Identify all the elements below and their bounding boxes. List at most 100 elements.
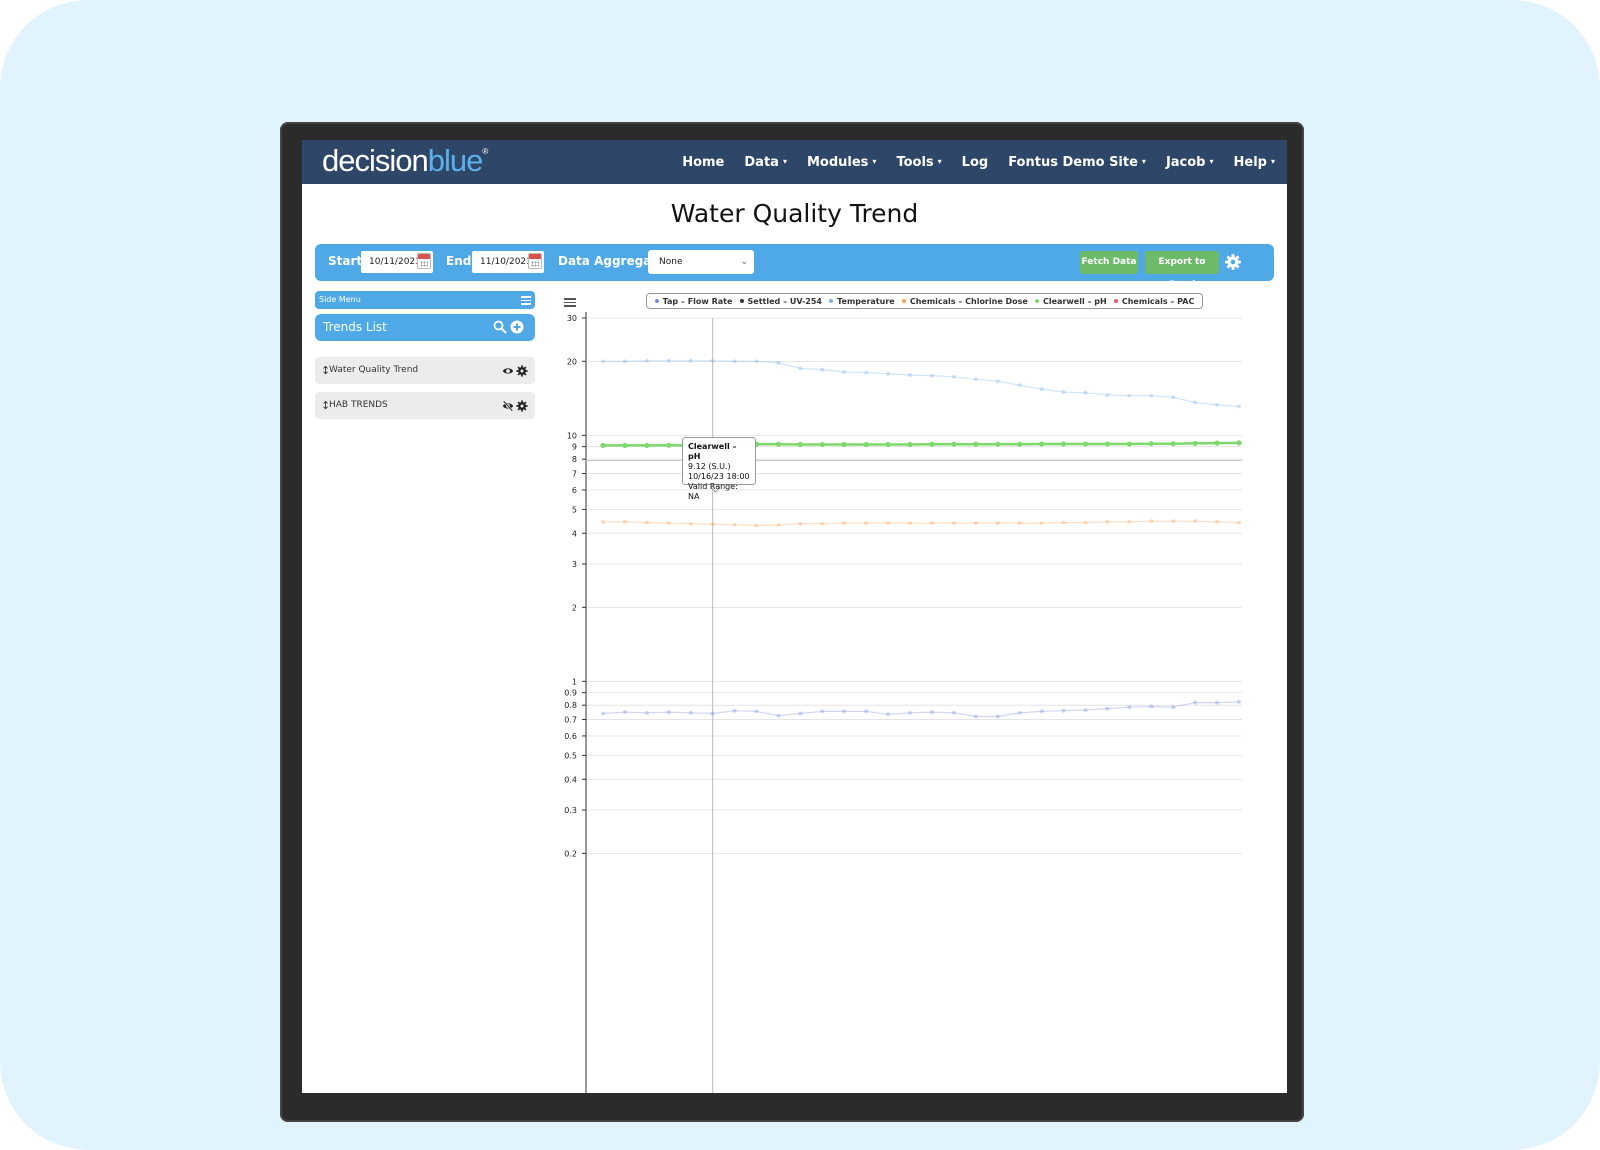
data-point[interactable] bbox=[1193, 400, 1198, 405]
data-point[interactable] bbox=[995, 441, 1001, 447]
legend-item[interactable]: Settled – UV-254 bbox=[739, 297, 822, 306]
data-point[interactable] bbox=[951, 521, 956, 526]
data-point[interactable] bbox=[1105, 706, 1110, 711]
data-point[interactable] bbox=[842, 369, 847, 374]
data-point[interactable] bbox=[666, 358, 671, 363]
data-point[interactable] bbox=[929, 521, 934, 526]
data-point[interactable] bbox=[644, 710, 649, 715]
data-point[interactable] bbox=[1126, 441, 1132, 447]
data-point[interactable] bbox=[688, 521, 693, 526]
data-point[interactable] bbox=[710, 711, 715, 716]
data-point[interactable] bbox=[995, 714, 1000, 719]
data-point[interactable] bbox=[886, 521, 891, 526]
data-point[interactable] bbox=[666, 442, 672, 448]
data-point[interactable] bbox=[929, 441, 935, 447]
data-point[interactable] bbox=[710, 358, 715, 363]
data-point[interactable] bbox=[995, 379, 1000, 384]
data-point[interactable] bbox=[1149, 519, 1154, 524]
data-point[interactable] bbox=[754, 709, 759, 714]
data-point[interactable] bbox=[1017, 383, 1022, 388]
series-line[interactable] bbox=[602, 701, 1240, 718]
data-point[interactable] bbox=[863, 441, 869, 448]
data-point[interactable] bbox=[1237, 404, 1241, 409]
data-point[interactable] bbox=[973, 441, 979, 447]
data-point[interactable] bbox=[644, 358, 649, 363]
data-point[interactable] bbox=[841, 441, 847, 448]
data-point[interactable] bbox=[1149, 393, 1154, 398]
data-point[interactable] bbox=[1061, 390, 1066, 395]
data-point[interactable] bbox=[1039, 387, 1044, 392]
data-point[interactable] bbox=[601, 711, 605, 716]
legend-item[interactable]: Chemicals – Chlorine Dose bbox=[901, 297, 1028, 306]
data-point[interactable] bbox=[1017, 441, 1023, 447]
legend-item[interactable]: Temperature bbox=[829, 297, 895, 306]
data-point[interactable] bbox=[732, 522, 737, 527]
data-point[interactable] bbox=[1170, 441, 1176, 447]
data-point[interactable] bbox=[1083, 390, 1088, 395]
data-point[interactable] bbox=[1214, 440, 1220, 446]
data-point[interactable] bbox=[929, 710, 934, 715]
legend-item[interactable]: Tap – Flow Rate bbox=[654, 297, 732, 306]
chart-menu-icon[interactable] bbox=[564, 298, 576, 307]
data-point[interactable] bbox=[622, 442, 628, 449]
data-point[interactable] bbox=[622, 710, 627, 715]
data-point[interactable] bbox=[1061, 520, 1066, 525]
data-point[interactable] bbox=[973, 521, 978, 526]
data-point[interactable] bbox=[951, 441, 957, 447]
data-point[interactable] bbox=[886, 712, 891, 717]
data-point[interactable] bbox=[776, 360, 781, 365]
series-line[interactable] bbox=[603, 360, 1240, 408]
data-point[interactable] bbox=[688, 358, 693, 363]
data-point[interactable] bbox=[842, 709, 847, 714]
data-point[interactable] bbox=[907, 441, 913, 448]
data-point[interactable] bbox=[1039, 441, 1045, 447]
data-point[interactable] bbox=[973, 377, 978, 382]
data-point[interactable] bbox=[644, 520, 649, 525]
data-point[interactable] bbox=[1104, 441, 1111, 447]
data-point[interactable] bbox=[1017, 710, 1022, 715]
data-point[interactable] bbox=[732, 708, 737, 713]
data-point[interactable] bbox=[798, 366, 803, 371]
data-point[interactable] bbox=[951, 710, 956, 715]
data-point[interactable] bbox=[1171, 705, 1176, 710]
data-point[interactable] bbox=[1083, 707, 1088, 712]
data-point[interactable] bbox=[666, 521, 671, 526]
data-point[interactable] bbox=[1082, 441, 1089, 447]
data-point[interactable] bbox=[1060, 441, 1067, 447]
data-point[interactable] bbox=[1237, 699, 1241, 704]
data-point[interactable] bbox=[1149, 704, 1154, 709]
data-point[interactable] bbox=[644, 442, 650, 449]
data-point[interactable] bbox=[776, 523, 781, 528]
data-point[interactable] bbox=[798, 521, 803, 526]
data-point[interactable] bbox=[622, 359, 627, 364]
data-point[interactable] bbox=[710, 522, 715, 527]
data-point[interactable] bbox=[973, 714, 978, 719]
data-point[interactable] bbox=[1215, 700, 1220, 705]
data-point[interactable] bbox=[820, 709, 825, 714]
data-point[interactable] bbox=[1039, 521, 1044, 526]
data-point[interactable] bbox=[908, 372, 913, 377]
data-point[interactable] bbox=[885, 441, 891, 448]
trend-chart[interactable]: 30 20 10 9 8 7 6 5 4 3 2 1 0.9 0.8 0.7 0.6 0.5 0.4 0.3 0.2 bbox=[302, 140, 1287, 1093]
data-point[interactable] bbox=[732, 359, 737, 364]
data-point[interactable] bbox=[908, 710, 913, 715]
data-point[interactable] bbox=[864, 370, 869, 375]
data-point[interactable] bbox=[797, 441, 803, 448]
data-point[interactable] bbox=[754, 359, 759, 364]
data-point[interactable] bbox=[1105, 392, 1110, 397]
data-point[interactable] bbox=[1193, 700, 1198, 705]
data-point[interactable] bbox=[1083, 520, 1088, 525]
data-point[interactable] bbox=[864, 709, 869, 714]
series-line[interactable] bbox=[603, 520, 1240, 527]
data-point[interactable] bbox=[1039, 709, 1044, 714]
data-point[interactable] bbox=[1148, 441, 1154, 447]
data-point[interactable] bbox=[886, 371, 891, 376]
data-point[interactable] bbox=[1192, 440, 1198, 446]
data-point[interactable] bbox=[820, 521, 825, 526]
data-point[interactable] bbox=[601, 359, 605, 364]
data-point[interactable] bbox=[1017, 521, 1022, 526]
data-point[interactable] bbox=[842, 521, 847, 526]
data-point[interactable] bbox=[995, 521, 1000, 526]
data-point[interactable] bbox=[798, 711, 803, 716]
data-point[interactable] bbox=[1127, 393, 1132, 398]
